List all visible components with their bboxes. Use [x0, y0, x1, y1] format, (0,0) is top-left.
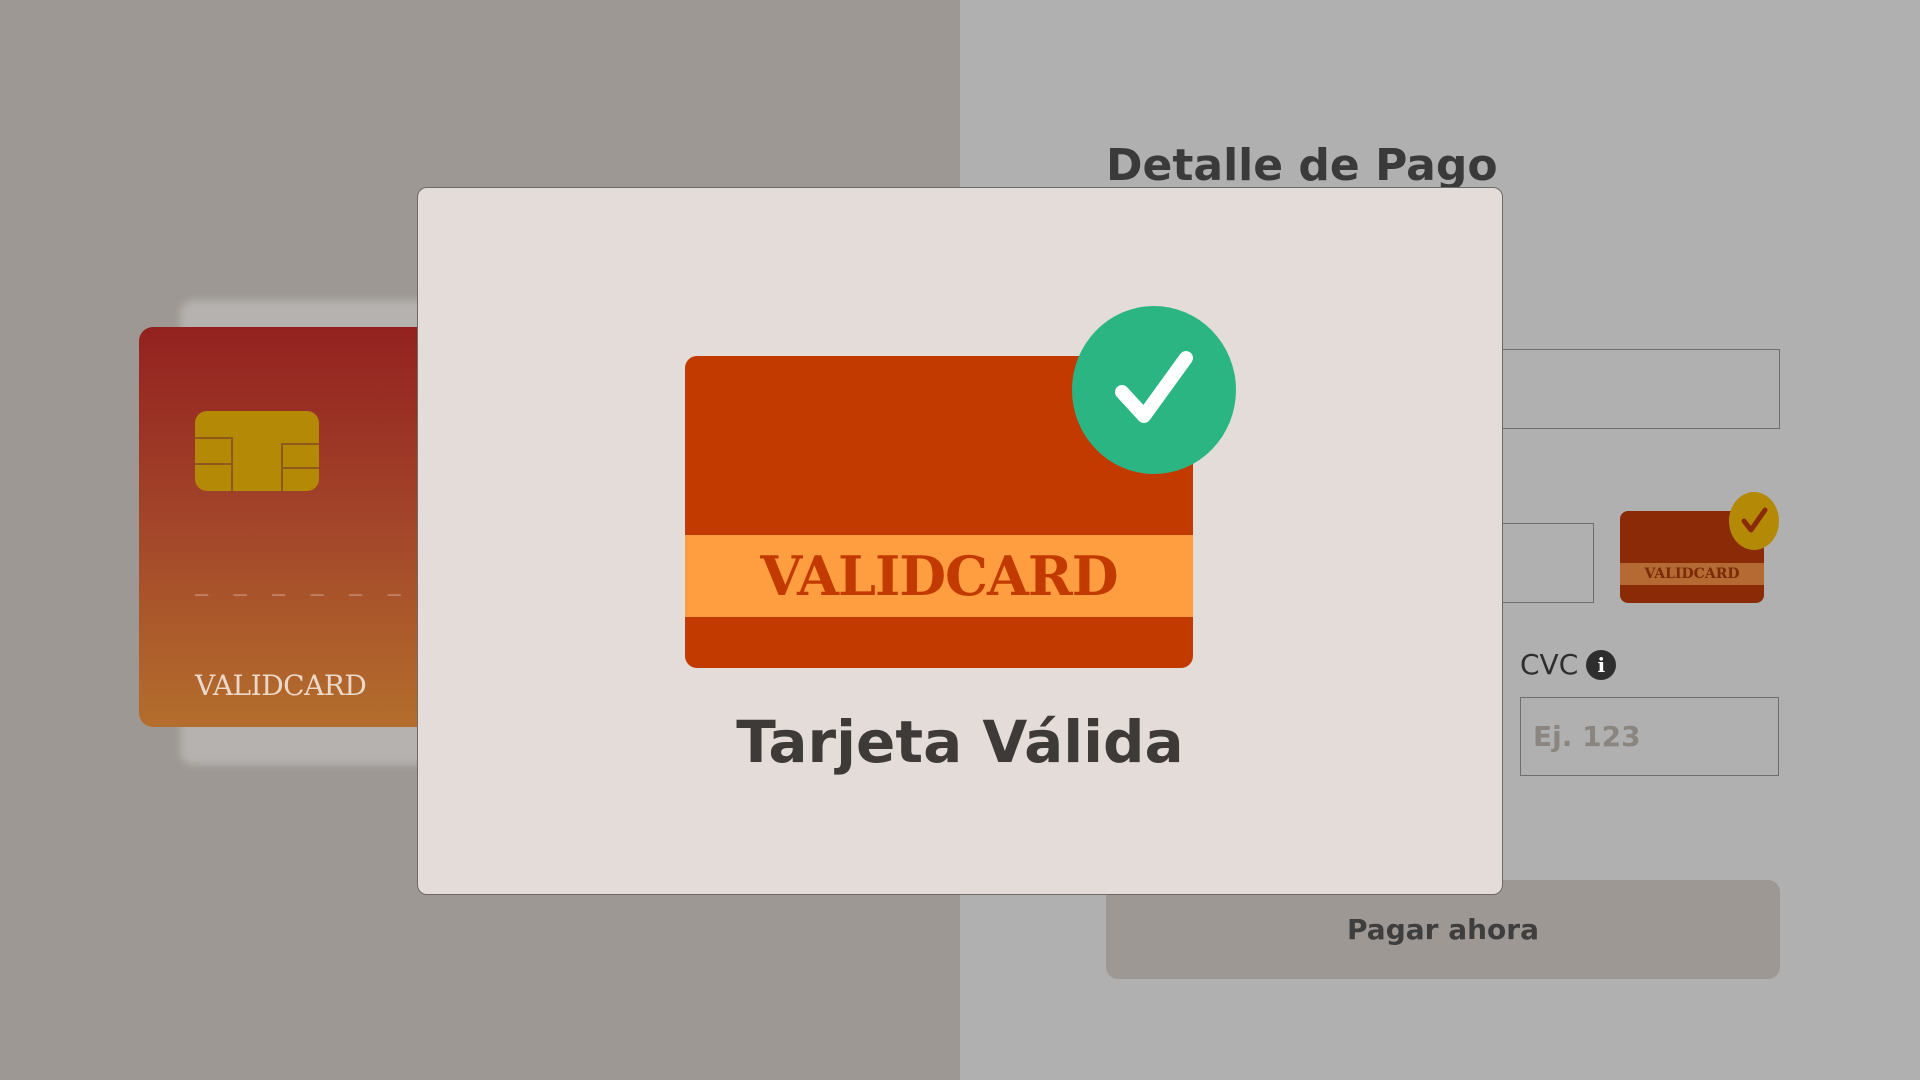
- modal-card-brand: VALIDCARD: [685, 535, 1193, 617]
- cvc-label-group: CVC i: [1520, 648, 1617, 681]
- check-icon: [1072, 306, 1236, 474]
- expiry-input[interactable]: [1500, 523, 1594, 603]
- mini-card-brand: VALIDCARD: [1620, 563, 1764, 585]
- cvc-label: CVC: [1520, 648, 1579, 681]
- check-icon: [1729, 492, 1779, 550]
- info-icon[interactable]: i: [1586, 649, 1617, 680]
- modal-title: Tarjeta Válida: [736, 708, 1184, 776]
- preview-card-brand: VALIDCARD: [195, 669, 367, 702]
- page-title: Detalle de Pago: [1106, 140, 1498, 191]
- card-number-mask: _ _ _ _ _ _ _: [195, 571, 446, 596]
- card-valid-modal: VALIDCARD Tarjeta Válida: [417, 187, 1503, 895]
- card-number-input[interactable]: [1500, 349, 1780, 429]
- cvc-input[interactable]: [1520, 697, 1779, 776]
- chip-icon: [195, 411, 319, 491]
